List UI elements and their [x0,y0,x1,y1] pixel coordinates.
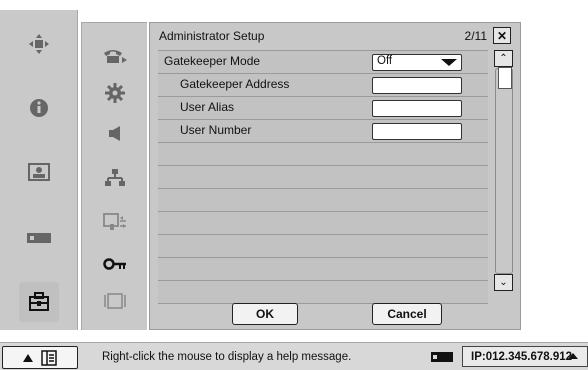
video-audio-icon[interactable] [93,208,137,238]
list-item: User Alias [158,97,488,120]
info-icon[interactable] [19,88,59,128]
list-item [158,212,488,235]
speaker-icon[interactable] [93,118,137,148]
triangle-up-icon[interactable] [568,353,578,359]
user-number-label: User Number [180,123,252,137]
administrator-setup-dialog: Administrator Setup 2/11 ✕ Gatekeeper Mo… [149,22,521,330]
monitor-icon[interactable] [93,286,137,316]
gatekeeper-mode-select[interactable]: Off [372,54,462,71]
list-item [158,235,488,258]
chevron-down-icon: ⌄ [499,276,508,288]
list-item [158,166,488,189]
menu-list-icon [41,349,57,366]
list-item [158,143,488,166]
list-item [158,189,488,212]
admin-sub-sidebar [81,22,147,330]
chevron-down-icon [441,59,457,66]
gatekeeper-address-input[interactable] [372,77,462,94]
chevron-up-icon: ⌃ [499,52,508,64]
dialog-title: Administrator Setup [159,29,265,43]
cancel-button[interactable]: Cancel [372,303,442,325]
telephone-icon[interactable] [93,41,137,71]
triangle-up-icon [23,353,33,362]
ok-button[interactable]: OK [232,303,298,325]
ip-address-text: IP:012.345.678.912 [471,350,573,363]
list-item: User Number [158,120,488,143]
list-item [158,258,488,281]
help-message: Right-click the mouse to display a help … [102,351,352,363]
admin-toolbox-icon[interactable] [19,282,59,322]
main-sidebar [0,10,78,330]
page-indicator: 2/11 [464,29,487,43]
user-alias-input[interactable] [372,100,462,117]
gear-icon[interactable] [93,78,137,108]
scrollbar-thumb[interactable] [498,67,512,89]
camera-control-icon[interactable] [19,24,59,64]
network-icon[interactable] [93,163,137,193]
key-icon[interactable] [93,249,137,279]
gatekeeper-address-label: Gatekeeper Address [180,77,290,91]
list-item [158,281,488,304]
scroll-up-button[interactable]: ⌃ [494,50,513,67]
scrollbar-track[interactable] [495,67,513,274]
gatekeeper-mode-value: Off [377,55,393,67]
close-icon: ✕ [496,28,508,43]
gatekeeper-mode-label: Gatekeeper Mode [164,54,261,68]
list-item: Gatekeeper Mode Off [158,50,488,74]
status-bar: Right-click the mouse to display a help … [0,342,588,370]
settings-list: Gatekeeper Mode Off Gatekeeper Address U… [158,50,488,304]
user-number-input[interactable] [372,123,462,140]
close-button[interactable]: ✕ [493,27,511,44]
network-card-icon[interactable] [19,218,59,258]
scroll-down-button[interactable]: ⌄ [494,274,513,291]
sidebar-toggle-button[interactable] [2,346,78,369]
network-status-icon [431,352,453,362]
user-alias-label: User Alias [180,100,235,114]
picture-icon[interactable] [19,152,59,192]
list-item: Gatekeeper Address [158,74,488,97]
